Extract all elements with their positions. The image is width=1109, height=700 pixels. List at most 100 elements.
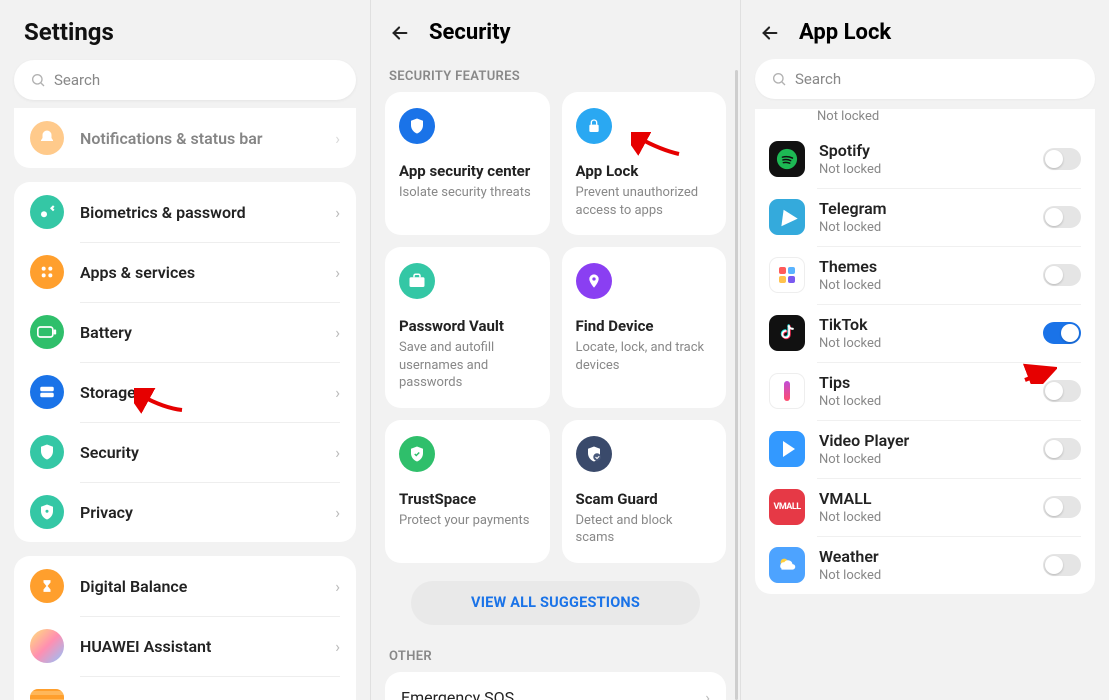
lock-toggle-video-player[interactable] xyxy=(1043,438,1081,460)
settings-item-apps[interactable]: Apps & services › xyxy=(14,242,356,302)
telegram-icon xyxy=(769,199,805,235)
chevron-right-icon: › xyxy=(335,263,340,282)
video-player-icon xyxy=(769,431,805,467)
tile-trustspace[interactable]: TrustSpace Protect your payments xyxy=(385,420,550,563)
scrollbar[interactable] xyxy=(735,70,738,700)
settings-search-placeholder: Search xyxy=(54,71,100,89)
chevron-right-icon: › xyxy=(335,129,340,148)
settings-item-battery[interactable]: Battery › xyxy=(14,302,356,362)
spotify-icon xyxy=(769,141,805,177)
themes-icon xyxy=(769,257,805,293)
app-status: Not locked xyxy=(819,394,1043,409)
chevron-right-icon: › xyxy=(335,577,340,596)
app-row-tiktok[interactable]: TikTok Not locked xyxy=(755,304,1095,362)
list-item-emergency-sos[interactable]: Emergency SOS › xyxy=(385,672,726,700)
tile-subtitle: Detect and block scams xyxy=(576,512,713,547)
settings-item-label: Battery xyxy=(80,323,335,342)
tips-icon xyxy=(769,373,805,409)
app-name: Video Player xyxy=(819,431,1043,450)
app-status: Not locked xyxy=(819,162,1043,177)
tile-title: App security center xyxy=(399,162,536,180)
bell-icon xyxy=(30,121,64,155)
search-icon xyxy=(30,72,46,88)
tile-app-security-center[interactable]: App security center Isolate security thr… xyxy=(385,92,550,235)
vmall-icon: VMALL xyxy=(769,489,805,525)
battery-icon xyxy=(30,315,64,349)
back-icon[interactable] xyxy=(389,22,411,44)
hourglass-icon xyxy=(30,569,64,603)
app-row-video-player[interactable]: Video Player Not locked xyxy=(755,420,1095,478)
shield-icon xyxy=(399,108,435,144)
security-title: Security xyxy=(429,20,511,45)
tile-password-vault[interactable]: Password Vault Save and autofill usernam… xyxy=(385,247,550,408)
settings-item-label: Notifications & status bar xyxy=(80,129,335,148)
shield-icon xyxy=(30,435,64,469)
chevron-right-icon: › xyxy=(335,383,340,402)
apps-icon xyxy=(30,255,64,289)
app-name: TikTok xyxy=(819,315,1043,334)
tile-subtitle: Locate, lock, and track devices xyxy=(576,339,713,374)
settings-item-notifications[interactable]: Notifications & status bar › xyxy=(14,108,356,168)
app-name: Themes xyxy=(819,257,1043,276)
wallet-icon xyxy=(30,689,64,700)
tile-title: App Lock xyxy=(576,162,713,180)
settings-item-label: Privacy xyxy=(80,503,335,522)
settings-item-biometrics[interactable]: Biometrics & password › xyxy=(14,182,356,242)
lock-toggle-spotify[interactable] xyxy=(1043,148,1081,170)
applock-title: App Lock xyxy=(799,20,891,45)
tile-title: Password Vault xyxy=(399,317,536,335)
settings-item-wallet[interactable]: Wallet & Pay › xyxy=(14,676,356,700)
tile-subtitle: Prevent unauthorized access to apps xyxy=(576,184,713,219)
applock-search-placeholder: Search xyxy=(795,70,841,88)
section-header-other: OTHER xyxy=(371,639,740,672)
app-row-tips[interactable]: Tips Not locked xyxy=(755,362,1095,420)
app-row-themes[interactable]: Themes Not locked xyxy=(755,246,1095,304)
tile-subtitle: Save and autofill usernames and password… xyxy=(399,339,536,392)
app-status: Not locked xyxy=(819,278,1043,293)
shield-check-icon xyxy=(399,436,435,472)
settings-item-label: Biometrics & password xyxy=(80,203,335,222)
lock-toggle-tiktok[interactable] xyxy=(1043,322,1081,344)
settings-item-storage[interactable]: Storage › xyxy=(14,362,356,422)
privacy-icon xyxy=(30,495,64,529)
lock-toggle-vmall[interactable] xyxy=(1043,496,1081,518)
settings-search-input[interactable]: Search xyxy=(14,60,356,100)
back-icon[interactable] xyxy=(759,22,781,44)
app-status: Not locked xyxy=(819,336,1043,351)
settings-item-digital-balance[interactable]: Digital Balance › xyxy=(14,556,356,616)
tile-find-device[interactable]: Find Device Locate, lock, and track devi… xyxy=(562,247,727,408)
tiktok-icon xyxy=(769,315,805,351)
tile-title: Find Device xyxy=(576,317,713,335)
app-status: Not locked xyxy=(819,452,1043,467)
storage-icon xyxy=(30,375,64,409)
settings-item-label: Storage xyxy=(80,383,335,402)
lock-toggle-weather[interactable] xyxy=(1043,554,1081,576)
tile-app-lock[interactable]: App Lock Prevent unauthorized access to … xyxy=(562,92,727,235)
tile-title: TrustSpace xyxy=(399,490,536,508)
list-item-label: Emergency SOS xyxy=(401,688,514,700)
app-row-telegram[interactable]: Telegram Not locked xyxy=(755,188,1095,246)
section-header-features: SECURITY FEATURES xyxy=(371,59,740,92)
chevron-right-icon: › xyxy=(335,503,340,522)
chevron-right-icon: › xyxy=(335,203,340,222)
app-name: Spotify xyxy=(819,141,1043,160)
view-all-suggestions-button[interactable]: VIEW ALL SUGGESTIONS xyxy=(411,581,700,625)
app-row-vmall[interactable]: VMALL VMALL Not locked xyxy=(755,478,1095,536)
lock-toggle-themes[interactable] xyxy=(1043,264,1081,286)
app-row-spotify[interactable]: Spotify Not locked xyxy=(755,130,1095,188)
key-icon xyxy=(30,195,64,229)
vault-icon xyxy=(399,263,435,299)
lock-toggle-tips[interactable] xyxy=(1043,380,1081,402)
scam-guard-icon xyxy=(576,436,612,472)
applock-search-input[interactable]: Search xyxy=(755,59,1095,99)
search-icon xyxy=(771,71,787,87)
settings-item-privacy[interactable]: Privacy › xyxy=(14,482,356,542)
tile-title: Scam Guard xyxy=(576,490,713,508)
app-row-weather[interactable]: Weather Not locked xyxy=(755,536,1095,594)
location-icon xyxy=(576,263,612,299)
settings-item-security[interactable]: Security › xyxy=(14,422,356,482)
lock-toggle-telegram[interactable] xyxy=(1043,206,1081,228)
settings-item-huawei-assistant[interactable]: HUAWEI Assistant › xyxy=(14,616,356,676)
tile-scam-guard[interactable]: Scam Guard Detect and block scams xyxy=(562,420,727,563)
app-name: VMALL xyxy=(819,489,1043,508)
